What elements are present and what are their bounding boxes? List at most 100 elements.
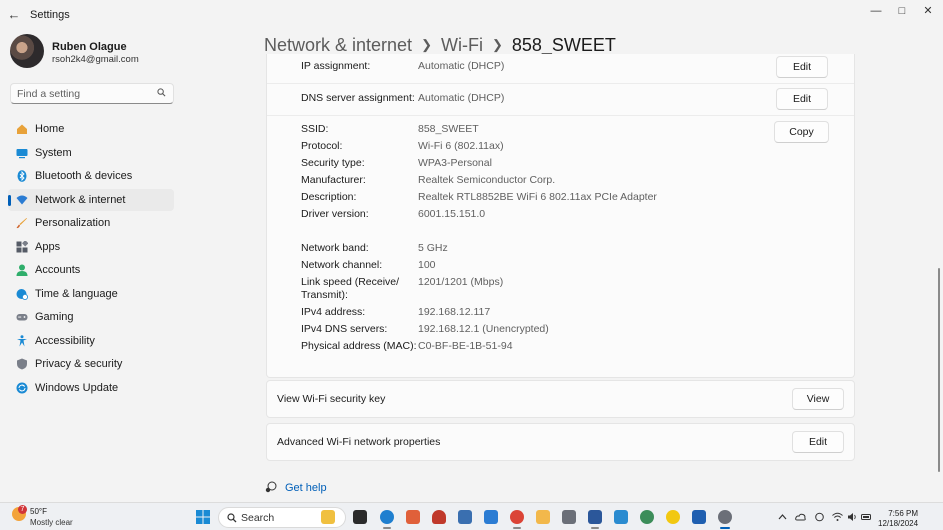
minimize-icon[interactable]: — — [862, 4, 890, 18]
sidebar-item-network[interactable]: Network & internet — [8, 189, 174, 211]
notification-badge: 7 — [18, 505, 27, 514]
breadcrumb-network[interactable]: Network & internet — [264, 35, 412, 55]
paint-icon[interactable] — [406, 510, 420, 524]
sidebar-item-windows-update[interactable]: Windows Update — [8, 377, 174, 399]
wifi-icon — [16, 195, 28, 205]
view-security-key-button[interactable]: View — [792, 388, 844, 410]
search-icon[interactable] — [157, 88, 166, 97]
feedback-icon[interactable] — [692, 510, 706, 524]
weather-description: Mostly clear — [30, 518, 73, 527]
network-band-value: 5 GHz — [418, 242, 448, 254]
sidebar-item-label: Accounts — [35, 264, 81, 276]
mac-address-label: Physical address (MAC): — [301, 340, 417, 352]
wifi-tray-icon[interactable] — [832, 512, 843, 522]
sidebar-item-personalization[interactable]: Personalization — [8, 212, 174, 234]
user-name: Ruben Olague — [52, 41, 127, 53]
snipping-icon[interactable] — [484, 510, 498, 524]
sidebar-item-apps[interactable]: Apps — [8, 236, 174, 258]
user-email: rsoh2k4@gmail.com — [52, 54, 139, 65]
description-label: Description: — [301, 191, 357, 203]
scrollbar[interactable] — [938, 268, 940, 472]
avatar[interactable] — [10, 34, 44, 68]
chevron-up-icon[interactable] — [777, 512, 788, 522]
sidebar-item-label: Network & internet — [35, 194, 126, 206]
calculator-icon[interactable] — [562, 510, 576, 524]
title-bar: ← Settings — □ ✕ — [0, 0, 943, 30]
back-arrow-icon[interactable]: ← — [6, 7, 22, 23]
get-help-link[interactable]: Get help — [285, 482, 327, 494]
shield-icon — [17, 358, 27, 370]
network-app-icon[interactable] — [640, 510, 654, 524]
security-type-label: Security type: — [301, 157, 365, 169]
search-icon — [227, 513, 237, 523]
advanced-properties-card[interactable]: Advanced Wi-Fi network properties Edit — [266, 423, 855, 461]
driver-version-value: 6001.15.151.0 — [418, 208, 486, 220]
system-icon — [16, 149, 28, 159]
taskbar: 7 50°F Mostly clear Search 7:56 PM 12/18… — [0, 502, 943, 530]
security-key-label: View Wi-Fi security key — [277, 393, 386, 405]
breadcrumb-wifi[interactable]: Wi-Fi — [441, 35, 483, 55]
link-speed-label: Link speed (Receive/ — [301, 276, 400, 288]
maximize-icon[interactable]: □ — [888, 4, 916, 18]
description-value: Realtek RTL8852BE WiFi 6 802.11ax PCIe A… — [418, 191, 657, 203]
volume-icon[interactable] — [847, 512, 858, 522]
sidebar-item-label: System — [35, 147, 72, 159]
dns-assignment-label: DNS server assignment: — [301, 92, 415, 104]
sidebar-item-label: Accessibility — [35, 335, 95, 347]
sidebar-item-accessibility[interactable]: Accessibility — [8, 330, 174, 352]
security-type-value: WPA3-Personal — [418, 157, 492, 169]
advanced-edit-button[interactable]: Edit — [792, 431, 844, 453]
security-key-card: View Wi-Fi security key View — [266, 380, 855, 418]
driver-version-label: Driver version: — [301, 208, 369, 220]
sidebar-item-gaming[interactable]: Gaming — [8, 306, 174, 328]
word-icon[interactable] — [588, 510, 602, 529]
help-icon — [265, 481, 277, 493]
sidebar-item-label: Personalization — [35, 217, 111, 229]
breadcrumb: Network & internet ❯ Wi-Fi ❯ 858_SWEET — [264, 35, 616, 56]
manufacturer-label: Manufacturer: — [301, 174, 366, 186]
sidebar-item-system[interactable]: System — [8, 142, 174, 164]
copy-button[interactable]: Copy — [774, 121, 829, 143]
onedrive-icon[interactable] — [795, 512, 806, 522]
sidebar-item-label: Home — [35, 123, 65, 135]
folder-icon[interactable] — [536, 510, 550, 524]
settings-gear-icon[interactable] — [718, 510, 732, 529]
dns-edit-button[interactable]: Edit — [776, 88, 828, 110]
sidebar-item-label: Gaming — [35, 311, 74, 323]
search-placeholder: Find a setting — [17, 88, 81, 100]
windows-start-icon[interactable] — [196, 510, 210, 524]
sidebar-item-label: Windows Update — [35, 382, 119, 394]
divider — [267, 115, 854, 116]
search-input[interactable]: Find a setting — [10, 83, 174, 104]
file-explorer-panel-icon[interactable] — [321, 510, 335, 524]
sidebar-item-time-language[interactable]: Time & language — [8, 283, 174, 305]
chevron-right-icon: ❯ — [491, 37, 503, 52]
sidebar-item-bluetooth[interactable]: Bluetooth & devices — [8, 165, 174, 187]
update-icon — [16, 382, 28, 394]
sidebar-item-label: Bluetooth & devices — [35, 170, 133, 182]
sidebar-item-accounts[interactable]: Accounts — [8, 259, 174, 281]
close-icon[interactable]: ✕ — [914, 4, 942, 18]
clock-time[interactable]: 7:56 PM — [888, 509, 918, 518]
ip-edit-button[interactable]: Edit — [776, 56, 828, 78]
notepad-icon[interactable] — [614, 510, 628, 524]
sidebar-item-privacy[interactable]: Privacy & security — [8, 353, 174, 375]
ssid-value: 858_SWEET — [418, 123, 479, 135]
sync-icon[interactable] — [814, 512, 825, 522]
norton-icon[interactable] — [666, 510, 680, 524]
battery-icon[interactable] — [861, 512, 872, 522]
chrome-icon[interactable] — [510, 510, 524, 529]
sidebar-item-label: Time & language — [35, 288, 118, 300]
ipv4-address-value: 192.168.12.117 — [418, 306, 491, 318]
clock-date[interactable]: 12/18/2024 — [878, 519, 918, 528]
divider — [267, 83, 854, 84]
headset-icon[interactable] — [432, 510, 446, 524]
page-title: 858_SWEET — [511, 35, 616, 55]
bluetooth-icon — [17, 170, 27, 182]
sidebar-item-home[interactable]: Home — [8, 118, 174, 140]
edge-icon[interactable] — [380, 510, 394, 529]
ssid-label: SSID: — [301, 123, 329, 135]
ipv4-dns-value: 192.168.12.1 (Unencrypted) — [418, 323, 549, 335]
photos-icon[interactable] — [458, 510, 472, 524]
terminal-icon[interactable] — [353, 510, 367, 524]
